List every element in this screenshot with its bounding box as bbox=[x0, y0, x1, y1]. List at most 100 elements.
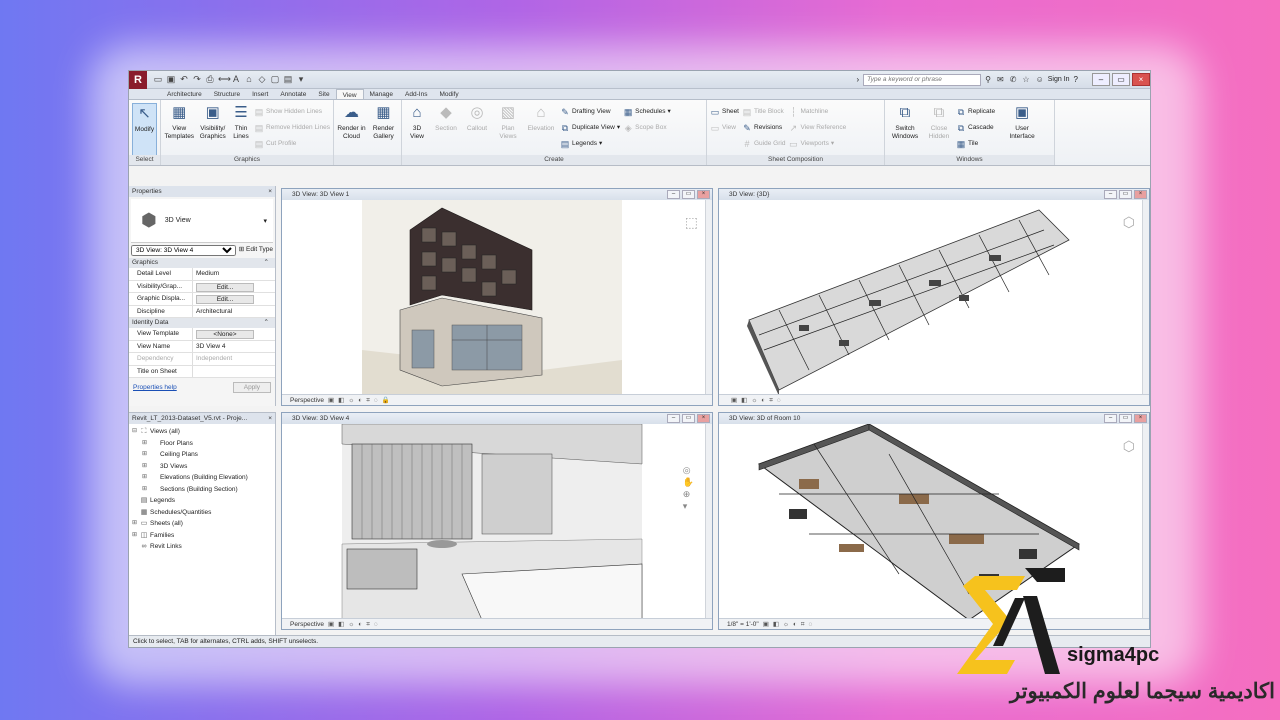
chevron-right-icon[interactable]: › bbox=[856, 75, 859, 84]
browser-node[interactable]: ⊞ 3D Views bbox=[131, 461, 273, 473]
qat-dropdown-icon[interactable]: ▾ bbox=[296, 74, 306, 85]
hide-icon[interactable]: ◌ bbox=[374, 395, 378, 405]
expand-icon[interactable]: ⊞ bbox=[131, 530, 138, 542]
scope-box-button[interactable]: ◈ Scope Box bbox=[623, 121, 671, 135]
sign-in-button[interactable]: Sign In bbox=[1048, 76, 1070, 83]
view-cube-icon[interactable]: ⬡ bbox=[1123, 214, 1135, 231]
minimize-icon[interactable]: – bbox=[1092, 73, 1110, 86]
search-input[interactable] bbox=[863, 73, 982, 86]
property-edit-button[interactable]: Edit... bbox=[196, 295, 254, 304]
detail-level-icon[interactable]: ▣ bbox=[328, 395, 334, 405]
help-icon[interactable]: ? bbox=[1074, 75, 1078, 84]
duplicate-view-button[interactable]: ⧉ Duplicate View ▾ bbox=[560, 121, 620, 135]
revit-app-menu-button[interactable]: R bbox=[129, 71, 147, 89]
expand-icon[interactable]: ⊞ bbox=[141, 438, 148, 450]
tab-add-ins[interactable]: Add-Ins bbox=[399, 89, 433, 99]
remove-hidden-lines-button[interactable]: ▤ Remove Hidden Lines bbox=[254, 121, 330, 135]
crop-icon[interactable]: ⌗ bbox=[769, 395, 773, 405]
measure-icon[interactable]: ⟷ bbox=[218, 74, 231, 85]
close-icon[interactable]: × bbox=[697, 414, 710, 423]
sheet-button[interactable]: ▭ Sheet bbox=[710, 105, 739, 119]
collapse-icon[interactable]: ⊟ bbox=[131, 426, 138, 438]
tab-view[interactable]: View bbox=[335, 89, 364, 99]
3d-view-icon[interactable]: ⌂ bbox=[244, 74, 254, 85]
shadows-icon[interactable]: ◐ bbox=[358, 395, 362, 405]
lock-icon[interactable]: 🔒 bbox=[382, 395, 390, 405]
chevron-down-icon[interactable]: ▾ bbox=[263, 217, 267, 225]
properties-help-link[interactable]: Properties help bbox=[133, 384, 177, 391]
close-icon[interactable]: × bbox=[697, 190, 710, 199]
replicate-button[interactable]: ⧉ Replicate bbox=[956, 105, 995, 119]
restore-icon[interactable]: ▭ bbox=[682, 190, 695, 199]
property-value[interactable]: <None> bbox=[193, 328, 275, 340]
vertical-scrollbar[interactable] bbox=[705, 200, 712, 394]
collapse-icon[interactable]: ⌃ bbox=[264, 258, 269, 268]
apply-button[interactable]: Apply bbox=[232, 382, 271, 393]
user-icon[interactable]: ☺ bbox=[1036, 75, 1044, 84]
close-icon[interactable]: × bbox=[268, 186, 272, 197]
visual-style-icon[interactable]: ◧ bbox=[741, 395, 747, 405]
expand-icon[interactable]: ⊞ bbox=[141, 461, 148, 473]
view-scale[interactable]: Perspective bbox=[290, 619, 324, 629]
view-reference-button[interactable]: ↗ View Reference bbox=[788, 121, 847, 135]
shadows-icon[interactable]: ◐ bbox=[761, 395, 765, 405]
viewport-3d-room-10[interactable]: 3D View: 3D of Room 10 – ▭ × ⬡ 1/8" = 1'… bbox=[718, 412, 1150, 630]
viewport-canvas[interactable]: ⬡ bbox=[719, 423, 1149, 621]
vertical-scrollbar[interactable] bbox=[705, 424, 712, 618]
view-button[interactable]: ▭ View bbox=[710, 121, 739, 135]
viewport-3d-view-1[interactable]: 3D View: 3D View 1 – ▭ × ⬚ Perspective ▣… bbox=[281, 188, 713, 406]
minimize-icon[interactable]: – bbox=[1104, 414, 1117, 423]
hide-icon[interactable]: ◌ bbox=[777, 395, 781, 405]
expand-icon[interactable]: ⊞ bbox=[141, 484, 148, 496]
close-icon[interactable]: × bbox=[1132, 73, 1150, 86]
cut-profile-button[interactable]: ▤ Cut Profile bbox=[254, 137, 330, 151]
property-edit-button[interactable]: <None> bbox=[196, 330, 254, 339]
maximize-icon[interactable]: ▭ bbox=[1112, 73, 1130, 86]
matchline-button[interactable]: ┆ Matchline bbox=[788, 105, 846, 119]
schedules-button[interactable]: ▦ Schedules ▾ bbox=[623, 105, 671, 119]
viewport-canvas[interactable]: ⬚ bbox=[282, 200, 712, 396]
viewport-canvas[interactable]: ◎ ✋ ⊕ ▾ bbox=[282, 423, 712, 621]
tab-site[interactable]: Site bbox=[312, 89, 335, 99]
close-icon[interactable]: × bbox=[1134, 414, 1147, 423]
hide-icon[interactable]: ◌ bbox=[809, 619, 813, 629]
viewports-button[interactable]: ▭ Viewports ▾ bbox=[788, 137, 846, 151]
type-selector[interactable]: ⬢ 3D View ▾ bbox=[131, 199, 273, 243]
view-cube-icon[interactable]: ⬡ bbox=[1123, 438, 1135, 455]
property-value[interactable]: Edit... bbox=[193, 293, 275, 305]
browser-node[interactable]: ⊞ Floor Plans bbox=[131, 438, 273, 450]
detail-level-icon[interactable]: ▣ bbox=[731, 395, 737, 405]
tab-annotate[interactable]: Annotate bbox=[274, 89, 312, 99]
legends-button[interactable]: ▤ Legends ▾ bbox=[560, 137, 620, 151]
show-hidden-lines-button[interactable]: ▤ Show Hidden Lines bbox=[254, 105, 330, 119]
sun-path-icon[interactable]: ☼ bbox=[348, 619, 354, 629]
browser-node[interactable]: ⊞ Elevations (Building Elevation) bbox=[131, 472, 273, 484]
sun-path-icon[interactable]: ☼ bbox=[348, 395, 354, 405]
property-value[interactable]: 3D View 4 bbox=[193, 341, 275, 353]
minimize-icon[interactable]: – bbox=[1104, 190, 1117, 199]
vertical-scrollbar[interactable] bbox=[1142, 424, 1149, 618]
close-icon[interactable]: × bbox=[268, 413, 272, 424]
property-value[interactable]: Edit... bbox=[193, 281, 275, 293]
tab-manage[interactable]: Manage bbox=[364, 89, 400, 99]
sun-path-icon[interactable]: ☼ bbox=[751, 395, 757, 405]
crop-icon[interactable]: ⌗ bbox=[366, 619, 370, 629]
viewport-canvas[interactable]: ⬡ bbox=[719, 200, 1149, 396]
favorites-icon[interactable]: ☆ bbox=[1022, 75, 1029, 84]
revisions-button[interactable]: ✎ Revisions bbox=[742, 121, 785, 135]
property-edit-button[interactable]: Edit... bbox=[196, 282, 254, 292]
navigation-bar[interactable]: ◎ ✋ ⊕ ▾ bbox=[683, 464, 694, 512]
view-cube-icon[interactable]: ⬚ bbox=[685, 214, 698, 231]
property-value[interactable]: Medium bbox=[193, 268, 275, 280]
crop-icon[interactable]: ⌗ bbox=[801, 619, 805, 629]
browser-node[interactable]: ⊟ ⛶ Views (all) bbox=[131, 426, 273, 438]
switch-windows-icon[interactable]: ▤ bbox=[283, 74, 293, 85]
property-group-header[interactable]: Identity Data ⌃ bbox=[129, 318, 275, 328]
crop-icon[interactable]: ⌗ bbox=[366, 395, 370, 405]
restore-icon[interactable]: ▭ bbox=[1119, 190, 1132, 199]
title-block-button[interactable]: ▤ Title Block bbox=[742, 105, 785, 119]
drafting-view-button[interactable]: ✎ Drafting View bbox=[560, 105, 620, 119]
section-icon[interactable]: ◇ bbox=[257, 74, 267, 85]
tab-insert[interactable]: Insert bbox=[246, 89, 274, 99]
close-hidden-icon[interactable]: ▢ bbox=[270, 74, 280, 85]
